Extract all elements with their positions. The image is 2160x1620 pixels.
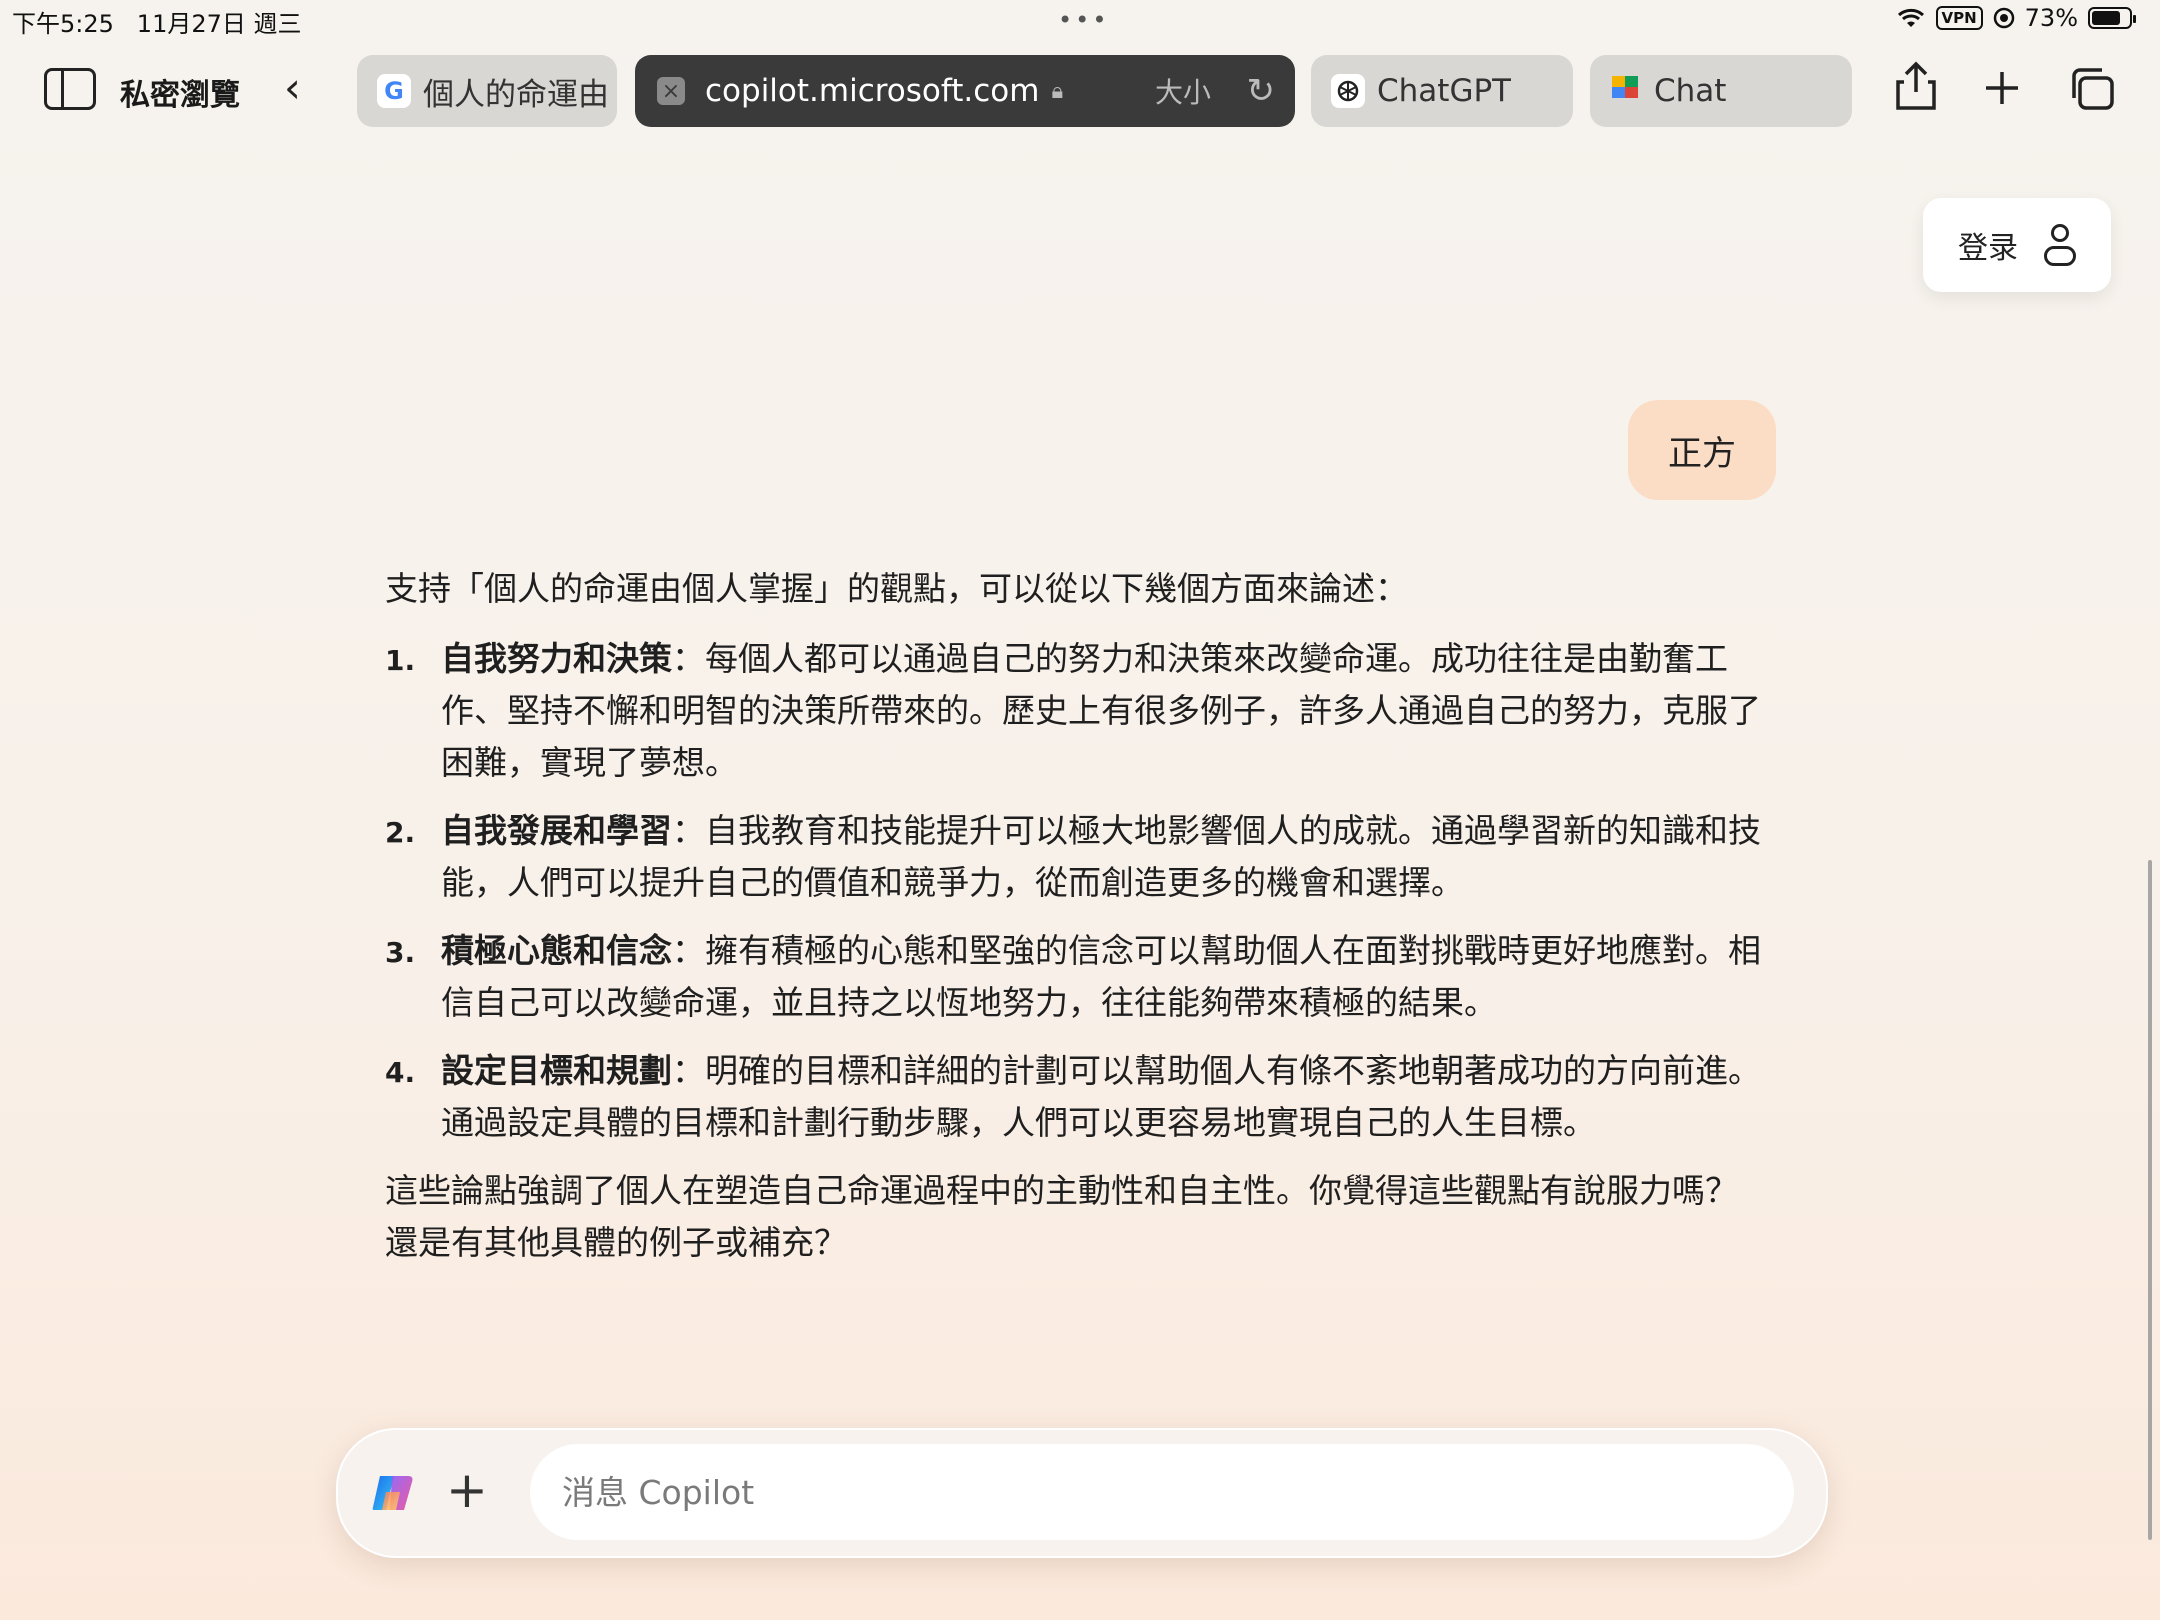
battery-percent: 73% xyxy=(2024,4,2078,32)
wifi-icon xyxy=(1897,8,1924,27)
sidebar-toggle-icon[interactable] xyxy=(44,68,96,110)
plus-icon[interactable] xyxy=(1982,68,2022,108)
back-arrow-icon[interactable]: ‹ xyxy=(284,66,301,110)
user-message-bubble: 正方 xyxy=(1628,400,1776,500)
assistant-message: 支持「個人的命運由個人掌握」的觀點，可以從以下幾個方面來論述： 1. 自我努力和決… xyxy=(385,563,1765,1269)
status-time: 下午5:25 11月27日 週三 xyxy=(12,10,302,38)
battery-icon xyxy=(2088,7,2136,29)
status-bar: 下午5:25 11月27日 週三 ••• VPN 73% xyxy=(0,0,2160,40)
user-message-text: 正方 xyxy=(1668,433,1736,474)
copilot-logo-icon[interactable] xyxy=(370,1470,416,1516)
tab-label: Chat xyxy=(1654,73,1727,109)
focus-icon xyxy=(1993,7,2014,29)
list-item: 1. 自我努力和決策：每個人都可以通過自己的努力和決策來改變命運。成功往往是由勤奮… xyxy=(385,639,1761,782)
user-icon xyxy=(2044,224,2076,266)
message-input[interactable] xyxy=(530,1444,1794,1540)
add-attachment-button[interactable]: + xyxy=(446,1458,488,1522)
close-tab-icon[interactable]: × xyxy=(657,77,685,105)
tab-label: 個人的命運由 xyxy=(423,76,609,113)
message-intro: 支持「個人的命運由個人掌握」的觀點，可以從以下幾個方面來論述： xyxy=(385,569,1408,608)
lock-icon: 🔒︎ xyxy=(1051,78,1064,104)
share-icon[interactable] xyxy=(1894,60,1938,112)
chat-app-icon xyxy=(1610,72,1640,110)
page-scrollbar[interactable] xyxy=(2148,860,2152,1540)
reload-icon[interactable]: ↻ xyxy=(1247,71,1276,111)
tabs-icon[interactable] xyxy=(2068,66,2116,112)
private-browsing-label: 私密瀏覽 xyxy=(120,78,240,113)
google-icon: G xyxy=(377,74,411,108)
list-item: 4. 設定目標和規劃：明確的目標和詳細的計劃可以幫助個人有條不紊地朝著成功的方向前… xyxy=(385,1051,1761,1142)
login-label: 登录 xyxy=(1958,231,2018,266)
tab-copilot[interactable]: × copilot.microsoft.com 🔒︎ 大小 ↻ xyxy=(635,55,1295,127)
tab-label: ChatGPT xyxy=(1377,73,1512,109)
status-date: 11月27日 週三 xyxy=(136,10,302,38)
multitask-dots-icon[interactable]: ••• xyxy=(1058,6,1109,34)
status-right: VPN 73% xyxy=(1896,4,2136,32)
message-composer: + xyxy=(336,1428,1828,1558)
url-label: copilot.microsoft.com xyxy=(705,73,1040,109)
tab-chat[interactable]: Chat xyxy=(1590,55,1852,127)
tab-google[interactable]: G 個人的命運由 xyxy=(357,55,617,127)
page-size-button[interactable]: 大小 xyxy=(1155,71,1211,111)
browser-toolbar: 私密瀏覽 ‹ G 個人的命運由 × copilot.microsoft.com … xyxy=(0,48,2160,134)
list-item: 2. 自我發展和學習：自我教育和技能提升可以極大地影響個人的成就。通過學習新的知識… xyxy=(385,811,1761,902)
list-item: 3. 積極心態和信念：擁有積極的心態和堅強的信念可以幫助個人在面對挑戰時更好地應對… xyxy=(385,931,1761,1022)
argument-list: 1. 自我努力和決策：每個人都可以通過自己的努力和決策來改變命運。成功往往是由勤奮… xyxy=(385,633,1765,1149)
chatgpt-icon xyxy=(1331,74,1365,108)
tab-chatgpt[interactable]: ChatGPT xyxy=(1311,55,1573,127)
vpn-badge: VPN xyxy=(1935,6,1983,30)
message-conclusion: 這些論點強調了個人在塑造自己命運過程中的主動性和自主性。你覺得這些觀點有說服力嗎… xyxy=(385,1171,1738,1262)
login-button[interactable]: 登录 xyxy=(1923,198,2111,292)
